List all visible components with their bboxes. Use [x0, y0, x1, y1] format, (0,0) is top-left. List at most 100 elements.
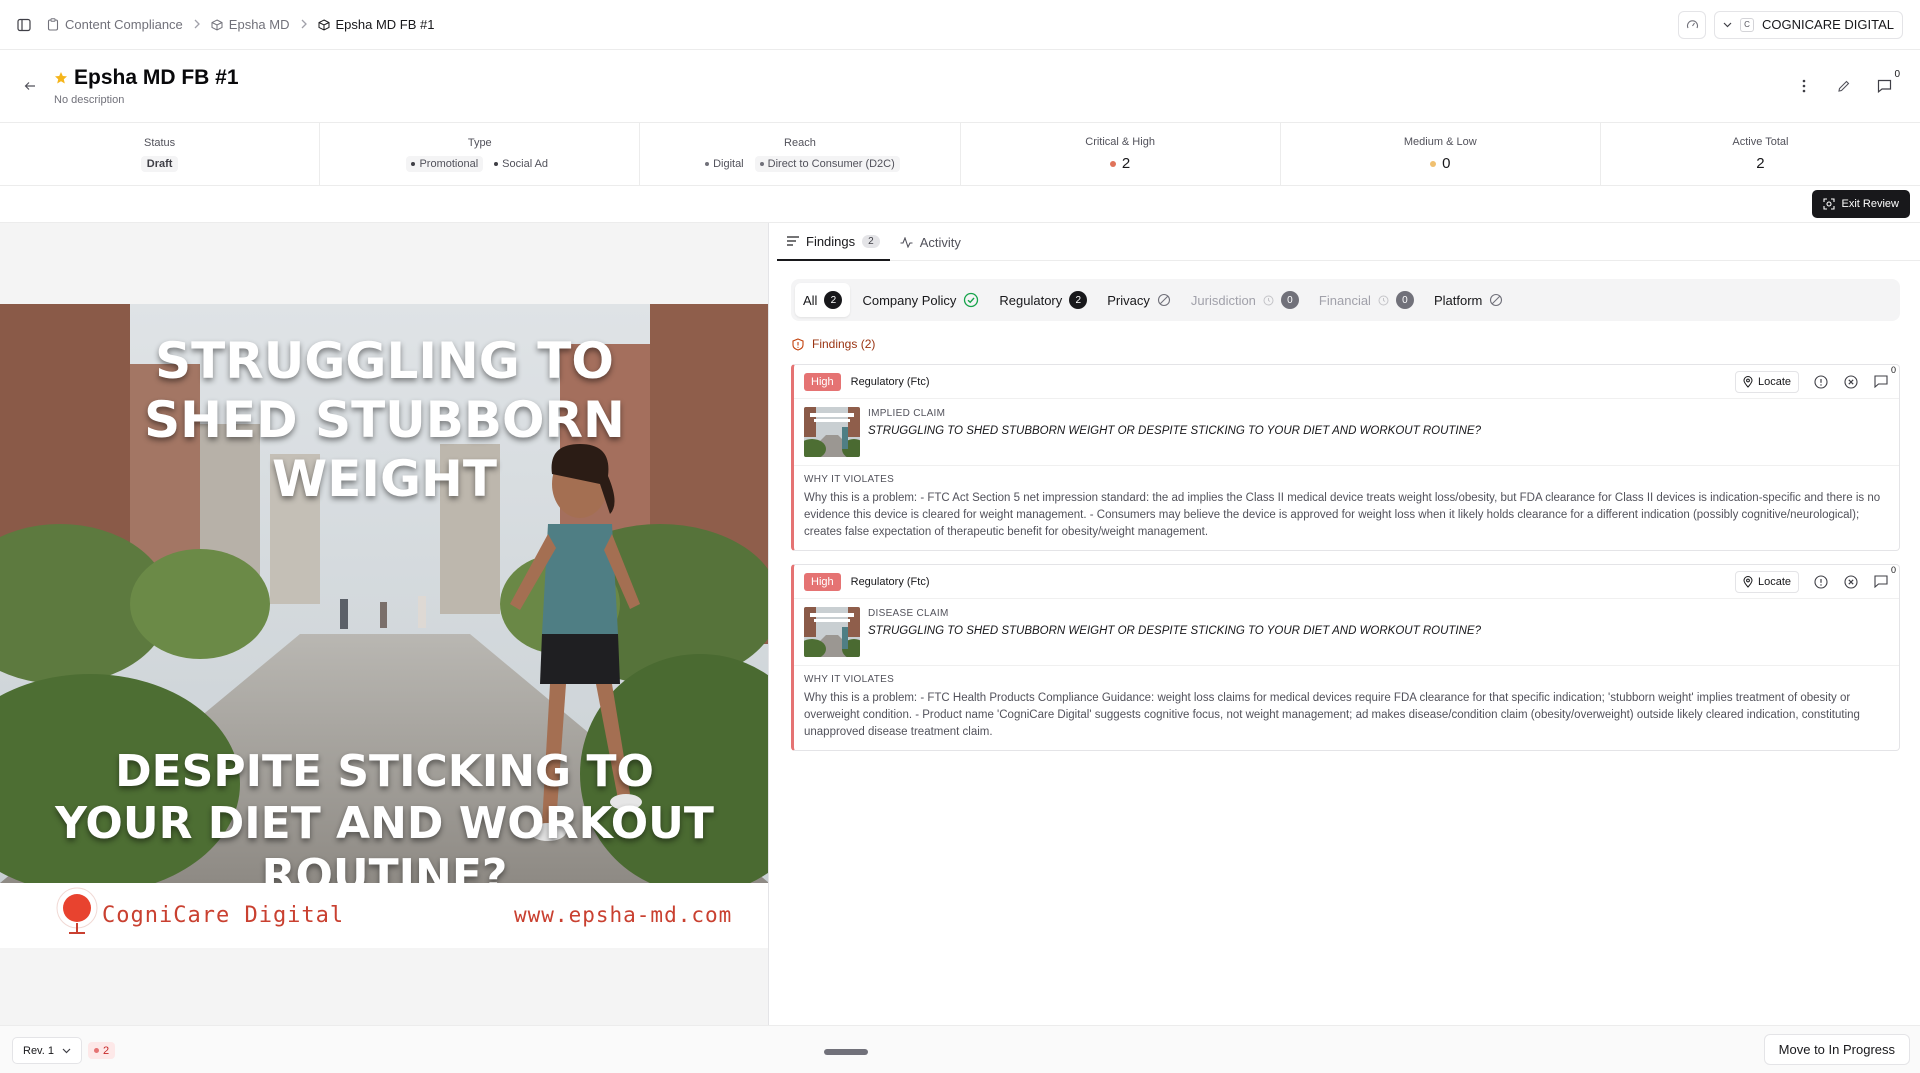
filter-platform[interactable]: Platform	[1426, 283, 1511, 317]
why-label: WHY IT VIOLATES	[804, 474, 895, 485]
ad-preview-panel: STRUGGLING TO SHED STUBBORN WEIGHT DESPI…	[0, 223, 769, 1025]
filter-count: 2	[1069, 291, 1088, 309]
stat-label: Medium & Low	[1403, 136, 1477, 148]
tab-label: Activity	[919, 234, 961, 250]
review-subbar: Exit Review	[0, 186, 1920, 223]
breadcrumb-item-current[interactable]: Epsha MD FB #1	[318, 17, 435, 32]
stat-reach: Reach Digital Direct to Consumer (D2C)	[640, 123, 961, 185]
sidebar-toggle-icon[interactable]	[17, 18, 31, 32]
findings-panel: Findings 2 Activity All 2 Company Policy…	[770, 223, 1920, 1025]
not-applicable-icon	[1157, 293, 1171, 307]
filter-financial[interactable]: Financial 0	[1311, 283, 1422, 317]
arrow-left-icon	[24, 81, 36, 91]
claim-thumbnail	[804, 407, 860, 457]
stat-status: Status Draft	[0, 123, 321, 185]
locate-button[interactable]: Locate	[1734, 370, 1799, 393]
type-chip: Promotional	[406, 155, 484, 172]
why-text: Why this is a problem: - FTC Act Section…	[804, 492, 1881, 538]
filter-count: 2	[824, 291, 843, 309]
comments-button[interactable]: 0	[1874, 69, 1900, 96]
brand-url: www.epsha-md.com	[514, 903, 733, 927]
chevron-down-icon	[62, 1048, 71, 1054]
tab-findings[interactable]: Findings 2	[777, 223, 890, 261]
stat-critical-high: Critical & High 2	[961, 123, 1281, 185]
why-text: Why this is a problem: - FTC Health Prod…	[804, 692, 1860, 738]
org-avatar: C	[1740, 17, 1755, 32]
breadcrumb-item-epsha-md[interactable]: Epsha MD	[211, 17, 290, 32]
stat-label: Type	[467, 136, 492, 149]
drag-handle[interactable]	[824, 1049, 868, 1055]
claim-section: DISEASE CLAIM STRUGGLING TO SHED STUBBOR…	[794, 599, 1899, 666]
claim-text: STRUGGLING TO SHED STUBBORN WEIGHT OR DE…	[868, 625, 1481, 637]
info-button[interactable]	[1813, 574, 1829, 590]
message-square-icon	[1874, 375, 1888, 388]
locate-button[interactable]: Locate	[1734, 570, 1799, 593]
stat-label: Active Total	[1732, 136, 1789, 148]
tab-activity[interactable]: Activity	[890, 223, 971, 261]
finding-card: High Regulatory (Ftc) Locate	[791, 564, 1900, 751]
stat-label: Reach	[784, 136, 816, 149]
stats-row: Status Draft Type Promotional Social Ad …	[0, 123, 1920, 186]
revision-label: Rev. 1	[23, 1044, 54, 1057]
ad-headline-bottom: DESPITE STICKING TO YOUR DIET AND WORKOU…	[55, 746, 714, 883]
filter-regulatory[interactable]: Regulatory 2	[991, 283, 1095, 317]
chevron-right-icon	[193, 18, 201, 32]
more-options-button[interactable]	[1794, 76, 1814, 96]
tab-count: 2	[862, 234, 880, 248]
claim-section: IMPLIED CLAIM STRUGGLING TO SHED STUBBOR…	[794, 399, 1899, 466]
check-circle-icon	[963, 292, 979, 308]
comment-count: 0	[1894, 69, 1900, 80]
map-pin-icon	[1743, 575, 1753, 588]
reach-chip: Direct to Consumer (D2C)	[754, 155, 900, 172]
dismiss-button[interactable]	[1843, 374, 1859, 390]
move-to-in-progress-button[interactable]: Move to In Progress	[1763, 1034, 1910, 1065]
exit-review-button[interactable]: Exit Review	[1811, 190, 1910, 218]
finding-comments-button[interactable]: 0	[1873, 565, 1896, 590]
violation-section: WHY IT VIOLATES Why this is a problem: -…	[794, 666, 1899, 750]
filter-jurisdiction[interactable]: Jurisdiction 0	[1183, 283, 1307, 317]
chevron-down-icon	[1723, 22, 1732, 28]
reach-chip: Digital	[700, 156, 749, 172]
filter-privacy[interactable]: Privacy	[1099, 283, 1179, 317]
edit-button[interactable]	[1834, 76, 1854, 96]
star-icon[interactable]	[54, 71, 68, 85]
page-description: No description	[54, 94, 125, 106]
tab-label: Findings	[806, 233, 856, 249]
ad-image[interactable]: STRUGGLING TO SHED STUBBORN WEIGHT DESPI…	[0, 304, 768, 883]
breadcrumb: Content Compliance Epsha MD Epsha MD FB …	[47, 17, 435, 32]
brand-name: CogniCare Digital	[102, 903, 345, 928]
top-right-controls: C COGNICARE DIGITAL	[1678, 10, 1903, 39]
clipboard-icon	[47, 18, 59, 31]
finding-card: High Regulatory (Ftc) Locate	[791, 364, 1900, 551]
not-applicable-icon	[1489, 293, 1503, 307]
critical-high-value: 2	[1121, 155, 1131, 172]
stat-label: Critical & High	[1085, 136, 1155, 148]
activity-icon	[900, 236, 913, 248]
shield-alert-icon	[792, 337, 804, 351]
filter-all[interactable]: All 2	[795, 283, 851, 317]
back-button[interactable]	[20, 76, 40, 96]
claim-thumbnail	[804, 607, 860, 657]
critical-dot	[1109, 160, 1116, 167]
gauge-button[interactable]	[1678, 10, 1707, 39]
page-title: Epsha MD FB #1	[74, 66, 239, 89]
exit-review-label: Exit Review	[1841, 198, 1899, 210]
revision-select[interactable]: Rev. 1	[12, 1037, 82, 1064]
breadcrumb-item-content-compliance[interactable]: Content Compliance	[47, 17, 183, 32]
list-icon	[787, 236, 799, 246]
filter-count: 0	[1280, 291, 1299, 309]
finding-comments-button[interactable]: 0	[1873, 365, 1896, 390]
dismiss-button[interactable]	[1843, 574, 1859, 590]
severity-badge: High	[804, 372, 841, 391]
breadcrumb-label: Epsha MD	[228, 17, 290, 32]
filter-company-policy[interactable]: Company Policy	[854, 283, 987, 317]
stat-medium-low: Medium & Low 0	[1281, 123, 1601, 185]
filter-count: 0	[1395, 291, 1414, 309]
brand-logo-icon	[54, 887, 100, 940]
why-label: WHY IT VIOLATES	[804, 674, 895, 685]
panel-tabs: Findings 2 Activity	[777, 223, 1920, 261]
org-switcher[interactable]: C COGNICARE DIGITAL	[1714, 10, 1903, 39]
top-bar: Content Compliance Epsha MD Epsha MD FB …	[0, 0, 1920, 50]
gauge-icon	[1686, 18, 1699, 31]
info-button[interactable]	[1813, 374, 1829, 390]
